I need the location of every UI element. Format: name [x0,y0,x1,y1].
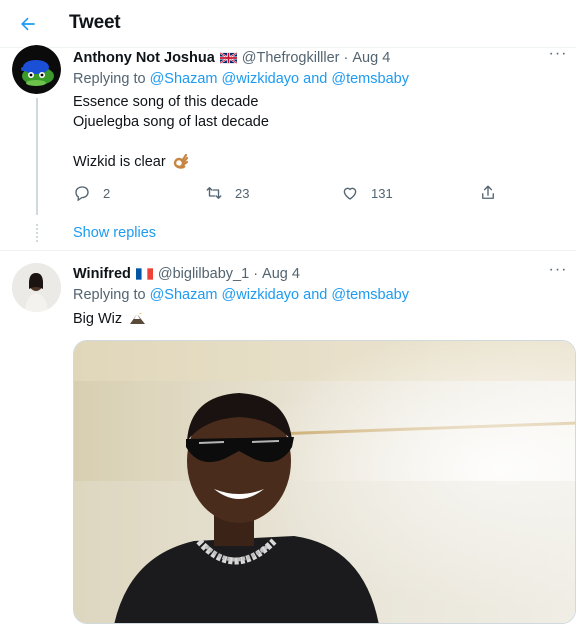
mention-shazam[interactable]: @Shazam [150,71,218,87]
share-icon [482,185,494,199]
tweet-date[interactable]: Aug 4 [262,266,300,282]
replying-to-label: Replying to [73,71,146,87]
more-options-icon[interactable]: ··· [548,262,568,286]
tweet-actions: 2 23 131 [73,184,503,204]
mention-wizkidayo[interactable]: @wizkidayo [222,287,300,303]
like-count: 131 [371,185,393,201]
heart-icon [343,187,357,200]
retweet-icon [206,187,222,199]
frog-avatar-image [12,45,61,94]
reply-count: 2 [103,185,111,201]
avatar[interactable] [12,45,61,94]
tweet-text-line-1: Essence song of this decade [73,94,259,110]
winifred-avatar-image [12,263,61,312]
mention-wizkidayo[interactable]: @wizkidayo [222,71,300,87]
tweet-date[interactable]: Aug 4 [352,50,390,66]
thread-dots [36,224,38,242]
share-button[interactable] [479,184,509,202]
mention-and[interactable]: and [303,71,327,87]
eagle-emoji [130,310,146,324]
more-options-icon[interactable]: ··· [548,46,568,70]
show-replies-link[interactable]: Show replies [73,225,156,241]
replying-to-label: Replying to [73,287,146,303]
thread-line [36,98,38,215]
mention-temsbaby[interactable]: @temsbaby [331,287,409,303]
tweet-header: Winifred @biglilbaby_1 · Aug 4 [73,264,300,284]
tweet-photo[interactable] [73,340,576,624]
like-button[interactable]: 131 [341,184,393,202]
author-name[interactable]: Anthony Not Joshua [73,50,215,66]
photo-man-with-sunglasses-and-chain [74,341,575,623]
tweet-text: Big Wiz [73,311,123,327]
author-handle[interactable]: @Thefrogkilller [242,50,340,66]
replying-to: Replying to @Shazam @wizkidayo and @tems… [73,287,409,303]
tweet-text: Wizkid is clear [73,154,166,170]
retweet-count: 23 [235,185,250,201]
mention-shazam[interactable]: @Shazam [150,287,218,303]
replying-to: Replying to @Shazam @wizkidayo and @tems… [73,71,409,87]
avatar[interactable] [12,263,61,312]
tweet-text-line-2: Ojuelegba song of last decade [73,114,269,130]
tweet-text-line: Big Wiz [73,310,146,327]
tweet-header: Anthony Not Joshua @Thefrogkilller · Aug… [73,48,390,68]
tweet-anthony[interactable]: Anthony Not Joshua @Thefrogkilller · Aug… [0,0,576,250]
separator-dot: · [343,50,349,66]
mention-temsbaby[interactable]: @temsbaby [331,71,409,87]
separator-dot: · [253,266,259,282]
author-name[interactable]: Winifred [73,266,131,282]
flag-france-icon [135,268,153,280]
retweet-button[interactable]: 23 [205,184,249,202]
ok-hand-emoji [173,153,188,169]
flag-uk-icon [219,52,237,64]
author-handle[interactable]: @biglilbaby_1 [158,266,249,282]
reply-icon [75,186,89,202]
tweet-text-line-3: Wizkid is clear [73,153,189,170]
reply-button[interactable]: 2 [73,184,110,202]
mention-and[interactable]: and [303,287,327,303]
